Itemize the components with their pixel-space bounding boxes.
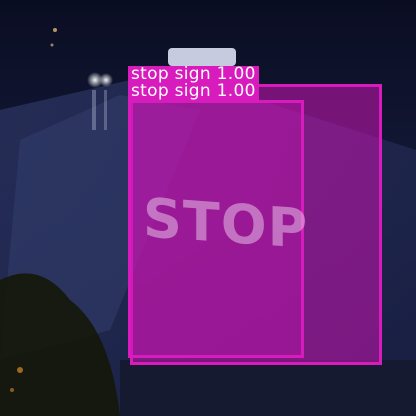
photo-scene: STOP stop sign 1.00 stop sign 1.00 (0, 0, 416, 416)
detection-label-2: stop sign 1.00 (128, 83, 259, 100)
stop-sign-text: STOP (143, 186, 309, 261)
